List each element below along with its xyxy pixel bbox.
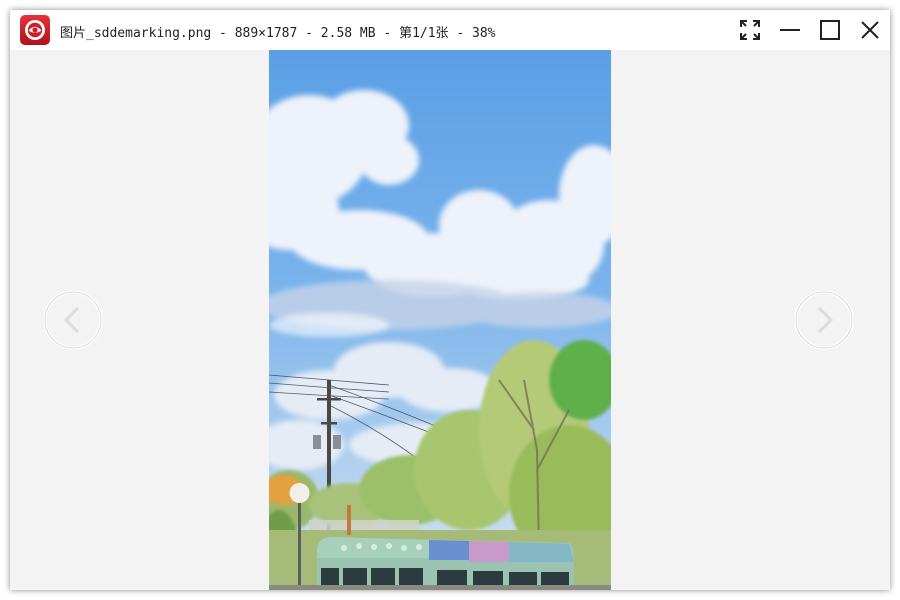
image-viewer-window: 图片_sddemarking.png - 889×1787 - 2.58 MB … <box>10 10 890 590</box>
close-button[interactable] <box>855 15 885 45</box>
displayed-photo <box>269 50 611 590</box>
next-image-button[interactable] <box>794 290 854 350</box>
app-logo-icon <box>20 15 50 45</box>
fullscreen-button[interactable] <box>735 15 765 45</box>
maximize-button[interactable] <box>815 15 845 45</box>
window-title: 图片_sddemarking.png - 889×1787 - 2.58 MB … <box>60 26 496 41</box>
previous-image-button[interactable] <box>43 290 103 350</box>
minimize-icon <box>780 29 800 31</box>
title-bar[interactable]: 图片_sddemarking.png - 889×1787 - 2.58 MB … <box>10 10 890 50</box>
previous-arrow-icon <box>43 290 103 350</box>
maximize-icon <box>820 20 840 40</box>
fullscreen-icon <box>740 20 760 40</box>
image-viewport[interactable] <box>10 50 890 590</box>
minimize-button[interactable] <box>775 15 805 45</box>
close-icon <box>861 21 879 39</box>
next-arrow-icon <box>794 290 854 350</box>
